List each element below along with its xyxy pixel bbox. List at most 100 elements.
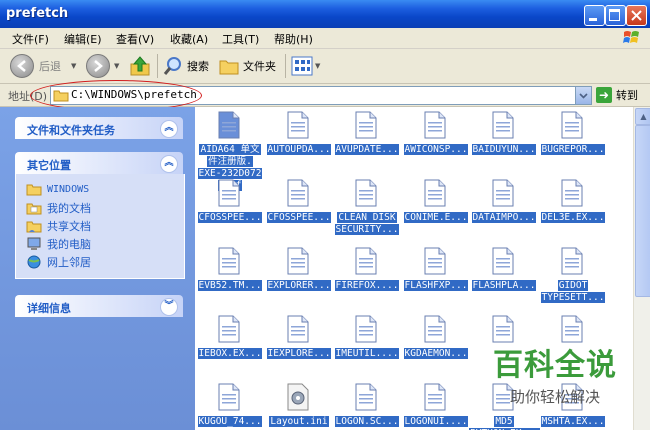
file-name: Layout.ini — [264, 416, 334, 428]
shared-folder-icon — [26, 221, 42, 233]
file-name: KGDAEMON... — [401, 348, 471, 360]
file-name: IEXPLORE... — [264, 348, 334, 360]
file-name-line: FLASHPLA... — [471, 280, 537, 291]
file-name-line: BUGREPOR... — [540, 144, 606, 155]
place-network[interactable]: 网上邻居 — [26, 254, 91, 270]
file-name-line: EVB52.TM... — [197, 280, 263, 291]
document-icon — [424, 179, 446, 207]
close-icon — [631, 10, 642, 21]
file-name-line: IMEUTIL.... — [334, 348, 400, 359]
document-icon — [561, 179, 583, 207]
collapse-icon[interactable]: ︽ — [160, 155, 178, 173]
document-icon — [287, 179, 309, 207]
file-name: LOGON.SC... — [332, 416, 402, 428]
file-name-line: 件注册版. — [207, 156, 253, 167]
file-name: EVB52.TM... — [195, 280, 265, 292]
file-name-line: FLASHFXP... — [403, 280, 469, 291]
file-name-line: CLEAN DISK — [337, 212, 397, 223]
address-dropdown-button[interactable] — [575, 87, 591, 104]
file-name-line: LOGONUI.... — [403, 416, 469, 427]
forward-button[interactable]: ▼ — [86, 54, 119, 78]
back-label: 后退 — [39, 60, 61, 73]
file-name-line: DEL3E.EX... — [540, 212, 606, 223]
file-name-line: AUTOUPDA... — [266, 144, 332, 155]
up-folder-button[interactable] — [128, 54, 152, 78]
forward-dropdown-icon[interactable]: ▼ — [114, 62, 119, 70]
document-icon — [561, 315, 583, 343]
scroll-up-button[interactable]: ▲ — [635, 108, 650, 125]
file-name: IEBOX.EX... — [195, 348, 265, 360]
document-icon — [287, 315, 309, 343]
file-name: IMEUTIL.... — [332, 348, 402, 360]
network-icon — [27, 255, 41, 269]
document-icon — [218, 383, 240, 411]
views-button[interactable]: ▼ — [291, 54, 320, 78]
up-folder-icon — [130, 56, 150, 76]
other-places-header[interactable]: 其它位置 ︽ — [15, 152, 183, 174]
menu-file[interactable]: 文件(F) — [12, 31, 49, 47]
file-name: CLEAN DISK SECURITY... — [332, 212, 402, 236]
menu-edit[interactable]: 编辑(E) — [64, 31, 102, 47]
computer-icon — [27, 237, 41, 250]
document-icon — [561, 111, 583, 139]
scrollbar-thumb[interactable] — [635, 125, 650, 297]
menu-tools[interactable]: 工具(T) — [222, 31, 259, 47]
forward-arrow-icon — [86, 54, 110, 78]
windows-logo-icon — [623, 31, 639, 43]
title-bar[interactable]: prefetch — [0, 0, 650, 28]
toolbar: 后退 ▼ ▼ 搜索 文件夹 ▼ — [0, 49, 650, 84]
file-folder-tasks-header[interactable]: 文件和文件夹任务 ︽ — [15, 117, 183, 139]
back-dropdown-icon[interactable]: ▼ — [71, 62, 76, 70]
document-icon — [355, 383, 377, 411]
document-icon — [218, 179, 240, 207]
search-button[interactable]: 搜索 — [162, 54, 209, 78]
file-name-line: BAIDUYUN... — [471, 144, 537, 155]
window-title: prefetch — [6, 6, 69, 21]
collapse-icon[interactable]: ︽ — [160, 120, 178, 138]
details-header[interactable]: 详细信息 ︾ — [15, 295, 183, 317]
panel-title: 文件和文件夹任务 — [27, 124, 115, 137]
file-name: DATAIMPO... — [469, 212, 539, 224]
folders-button[interactable]: 文件夹 — [218, 54, 276, 78]
place-shared-documents[interactable]: 共享文档 — [26, 218, 91, 234]
maximize-button[interactable] — [605, 5, 626, 26]
minimize-button[interactable] — [584, 5, 605, 26]
file-name-line: MD5 — [494, 416, 514, 427]
watermark-subtitle: 助你轻松解决 — [509, 388, 600, 406]
close-button[interactable] — [626, 5, 647, 26]
place-my-computer[interactable]: 我的电脑 — [26, 236, 91, 252]
document-icon — [355, 247, 377, 275]
place-my-documents[interactable]: 我的文档 — [26, 200, 91, 216]
menu-help[interactable]: 帮助(H) — [274, 31, 313, 47]
document-icon — [424, 383, 446, 411]
views-dropdown-icon: ▼ — [315, 62, 321, 70]
place-windows[interactable]: WINDOWS — [26, 182, 89, 196]
documents-folder-icon — [26, 203, 42, 215]
file-name-line: EXE-232D072 — [197, 168, 263, 179]
menu-favorites[interactable]: 收藏(A) — [170, 31, 208, 47]
document-icon — [218, 111, 240, 139]
settings-file-icon — [287, 383, 309, 411]
chevron-down-icon — [579, 93, 588, 99]
document-icon — [424, 315, 446, 343]
document-icon — [287, 247, 309, 275]
file-name-line: CFOSSPEE... — [266, 212, 332, 223]
file-name: KUGOU_74... — [195, 416, 265, 428]
document-icon — [492, 111, 514, 139]
expand-icon[interactable]: ︾ — [160, 298, 178, 316]
document-icon — [561, 247, 583, 275]
file-name-line: MSHTA.EX... — [540, 416, 606, 427]
file-name: CFOSSPEE... — [195, 212, 265, 224]
file-name-line: EXPLORER... — [266, 280, 332, 291]
other-places-body: WINDOWS 我的文档 共享文档 我的电脑 网上邻居 — [15, 174, 185, 279]
file-name: CONIME.E... — [401, 212, 471, 224]
go-button[interactable]: ➜ 转到 — [596, 87, 638, 103]
file-name: MD5PYTHON.EX... — [469, 416, 540, 430]
menu-view[interactable]: 查看(V) — [116, 31, 154, 47]
watermark: 百科全说 助你轻松解决 — [470, 340, 640, 410]
document-icon — [218, 247, 240, 275]
file-name-line: AIDA64 单文 — [199, 144, 261, 155]
back-button[interactable]: 后退 ▼ — [10, 54, 76, 78]
document-icon — [492, 247, 514, 275]
document-icon — [355, 179, 377, 207]
